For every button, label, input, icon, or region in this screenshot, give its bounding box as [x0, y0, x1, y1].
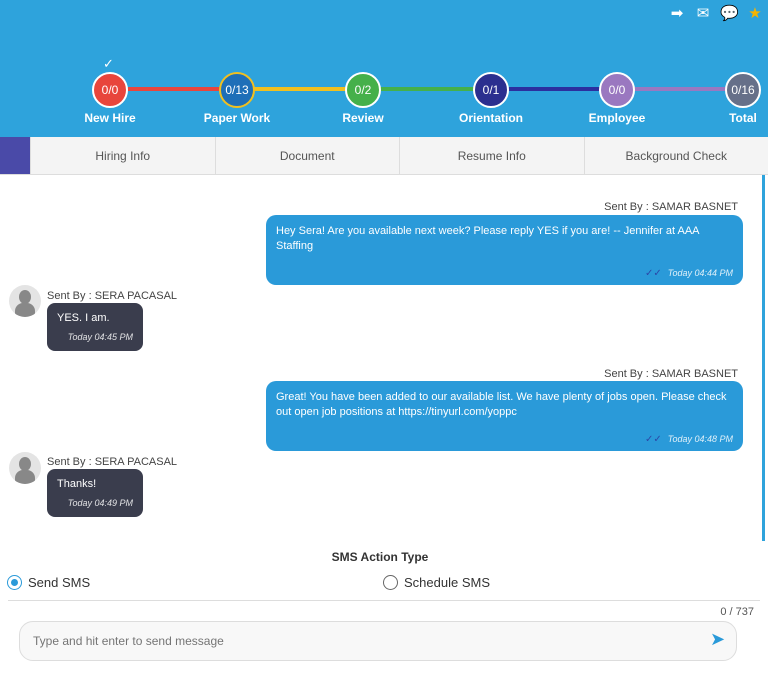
char-counter: 0 / 737 — [720, 606, 754, 618]
stepper-line — [110, 87, 237, 91]
tab-resume-info[interactable]: Resume Info — [399, 137, 584, 174]
mail-icon[interactable]: ✉ — [694, 4, 712, 22]
sender-label: Sent By : SERA PACASAL — [47, 290, 178, 302]
step-paper-work[interactable]: 0/13 — [219, 72, 255, 108]
message-input[interactable] — [19, 621, 737, 661]
message-time: Today 04:48 PM — [667, 434, 733, 444]
chat-icon[interactable]: 💬 — [720, 4, 739, 22]
message-time: Today 04:44 PM — [667, 268, 733, 278]
step-label: Paper Work — [203, 111, 271, 125]
message-bubble-incoming: YES. I am. Today 04:45 PM — [47, 303, 143, 351]
message-text: Thanks! — [57, 478, 97, 490]
star-icon[interactable]: ★ — [746, 4, 764, 22]
message-text: Hey Sera! Are you available next week? P… — [276, 225, 699, 252]
stepper-line — [363, 87, 491, 91]
double-check-icon: ✓✓ — [645, 434, 662, 445]
radio-checked-icon[interactable] — [7, 575, 22, 590]
sms-action-type-title: SMS Action Type — [331, 550, 429, 564]
tab-document[interactable]: Document — [214, 137, 399, 174]
step-new-hire[interactable]: 0/0 — [92, 72, 128, 108]
tab-bar: Hiring Info Document Resume Info Backgro… — [0, 137, 768, 175]
radio-unchecked-icon[interactable] — [383, 575, 398, 590]
step-label: Orientation — [458, 111, 523, 125]
divider — [8, 600, 760, 601]
message-bubble-outgoing: Great! You have been added to our availa… — [266, 381, 743, 451]
sender-label: Sent By : SERA PACASAL — [47, 456, 178, 468]
step-label: Review — [342, 111, 384, 125]
message-bubble-outgoing: Hey Sera! Are you available next week? P… — [266, 215, 743, 285]
sender-label: Sent By : SAMAR BASNET — [604, 368, 738, 380]
radio-label: Send SMS — [28, 575, 91, 590]
check-icon: ✓ — [103, 56, 114, 71]
message-bubble-incoming: Thanks! Today 04:49 PM — [47, 469, 143, 517]
header: ➡ ✉ 💬 ★ ✓ 0/0 New Hire 0/13 Paper Work 0/2 Re… — [0, 0, 768, 137]
avatar — [9, 452, 41, 484]
avatar — [9, 285, 41, 317]
radio-send-sms[interactable]: Send SMS — [7, 575, 90, 590]
message-time: Today 04:49 PM — [67, 498, 133, 508]
radio-label: Schedule SMS — [404, 575, 490, 590]
step-employee[interactable]: 0/0 — [599, 72, 635, 108]
arrow-right-icon[interactable]: ➡ — [668, 4, 686, 22]
radio-schedule-sms[interactable]: Schedule SMS — [383, 575, 490, 590]
step-label: Total — [729, 111, 757, 125]
step-total[interactable]: 0/16 — [725, 72, 761, 108]
tab-accent — [0, 137, 30, 174]
sender-label: Sent By : SAMAR BASNET — [604, 201, 738, 213]
tab-background-check[interactable]: Background Check — [583, 137, 768, 174]
chat-area: Sent By : SAMAR BASNET Hey Sera! Are you… — [0, 175, 765, 541]
step-label: Employee — [588, 111, 646, 125]
tab-hiring-info[interactable]: Hiring Info — [30, 137, 215, 174]
step-review[interactable]: 0/2 — [345, 72, 381, 108]
step-orientation[interactable]: 0/1 — [473, 72, 509, 108]
message-time: Today 04:45 PM — [67, 332, 133, 342]
step-label: New Hire — [84, 111, 136, 125]
message-text: YES. I am. — [57, 312, 110, 324]
send-icon[interactable]: ➤ — [710, 629, 725, 650]
message-text: Great! You have been added to our availa… — [276, 391, 727, 418]
double-check-icon: ✓✓ — [645, 268, 662, 279]
header-icons: ➡ ✉ 💬 ★ — [668, 4, 764, 22]
